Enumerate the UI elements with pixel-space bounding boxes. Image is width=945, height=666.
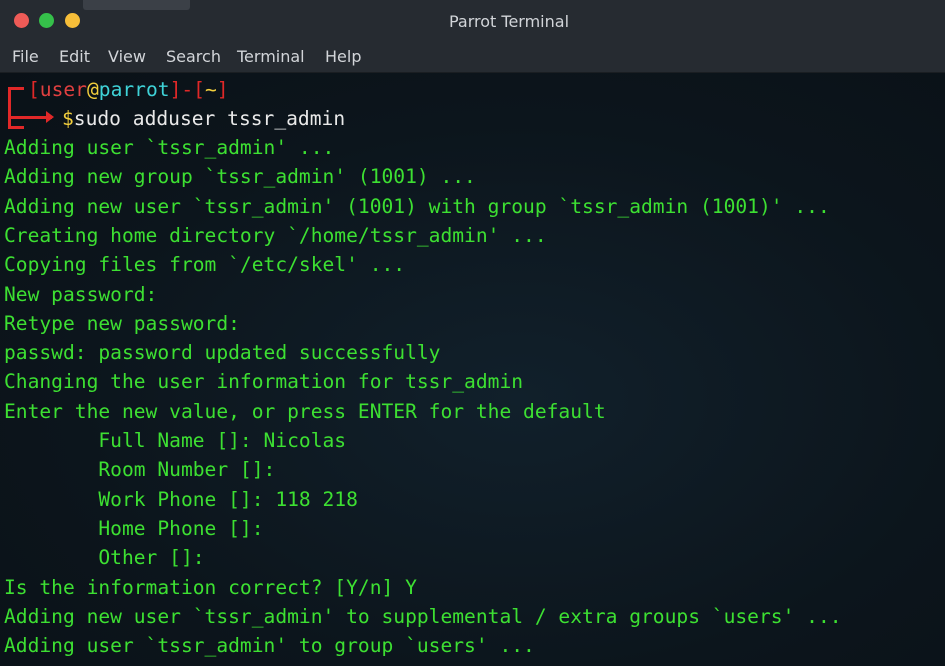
output-line: Full Name []: Nicolas [4,429,347,452]
output-line: Adding user `tssr_admin' to group `users… [4,634,535,658]
prompt-arrow-icon [46,111,54,123]
output-line: Copying files from `/etc/skel' ... [4,253,406,277]
output-line: Room Number []: [4,458,276,482]
output-line: Retype new password: [4,311,240,335]
prompt-path-close: ] [216,78,229,101]
title-bar[interactable]: Parrot Terminal [0,0,945,42]
prompt-dollar: $ [62,107,74,130]
menu-view[interactable]: View [108,47,146,66]
menu-edit[interactable]: Edit [59,47,90,66]
output-line: New password: [4,282,158,306]
menu-help[interactable]: Help [325,47,361,66]
menu-file[interactable]: File [12,47,39,66]
prompt-at: @ [86,78,99,101]
prompt-dash: - [181,78,194,101]
prompt-path: ~ [204,78,217,101]
output-line: Adding new group `tssr_admin' (1001) ... [4,165,476,189]
output-line: Adding new user `tssr_admin' (1001) with… [4,194,830,218]
output-line: passwd: password updated successfully [4,341,441,365]
prompt-bracket-open: [ [28,78,40,101]
prompt-user: user [39,78,87,101]
command-text: sudo adduser tssr_admin [73,107,346,130]
output-line: Adding new user `tssr_admin' to suppleme… [4,604,842,628]
prompt-corner-decoration [8,87,24,129]
output-line: Work Phone []: 118 218 [4,487,358,511]
output-line: Creating home directory `/home/tssr_admi… [4,223,547,247]
prompt-line: [user@parrot]-[~] [28,75,229,104]
prompt-host: parrot [98,78,170,101]
output-line: Adding user `tssr_admin' ... [4,136,335,159]
output-line: Changing the user information for tssr_a… [4,370,524,394]
output-line: Enter the new value, or press ENTER for … [4,399,606,423]
menu-terminal[interactable]: Terminal [237,47,305,66]
output-line: Is the information correct? [Y/n] Y [4,575,417,599]
terminal-content[interactable]: [user@parrot]-[~] $sudo adduser tssr_adm… [0,73,945,666]
output-line: Other []: [4,546,205,570]
window-title: Parrot Terminal [448,12,570,31]
menu-bar: File Edit View Search Terminal Help [0,42,945,73]
tab-indicator [83,0,190,10]
output-line: Home Phone []: [4,516,264,540]
prompt-bracket-close: ] [169,78,182,101]
prompt-path-open: [ [193,78,205,101]
terminal-window: Parrot Terminal File Edit View Search Te… [0,0,945,666]
menu-search[interactable]: Search [166,47,221,66]
command-line: $sudo adduser tssr_admin [62,104,345,133]
